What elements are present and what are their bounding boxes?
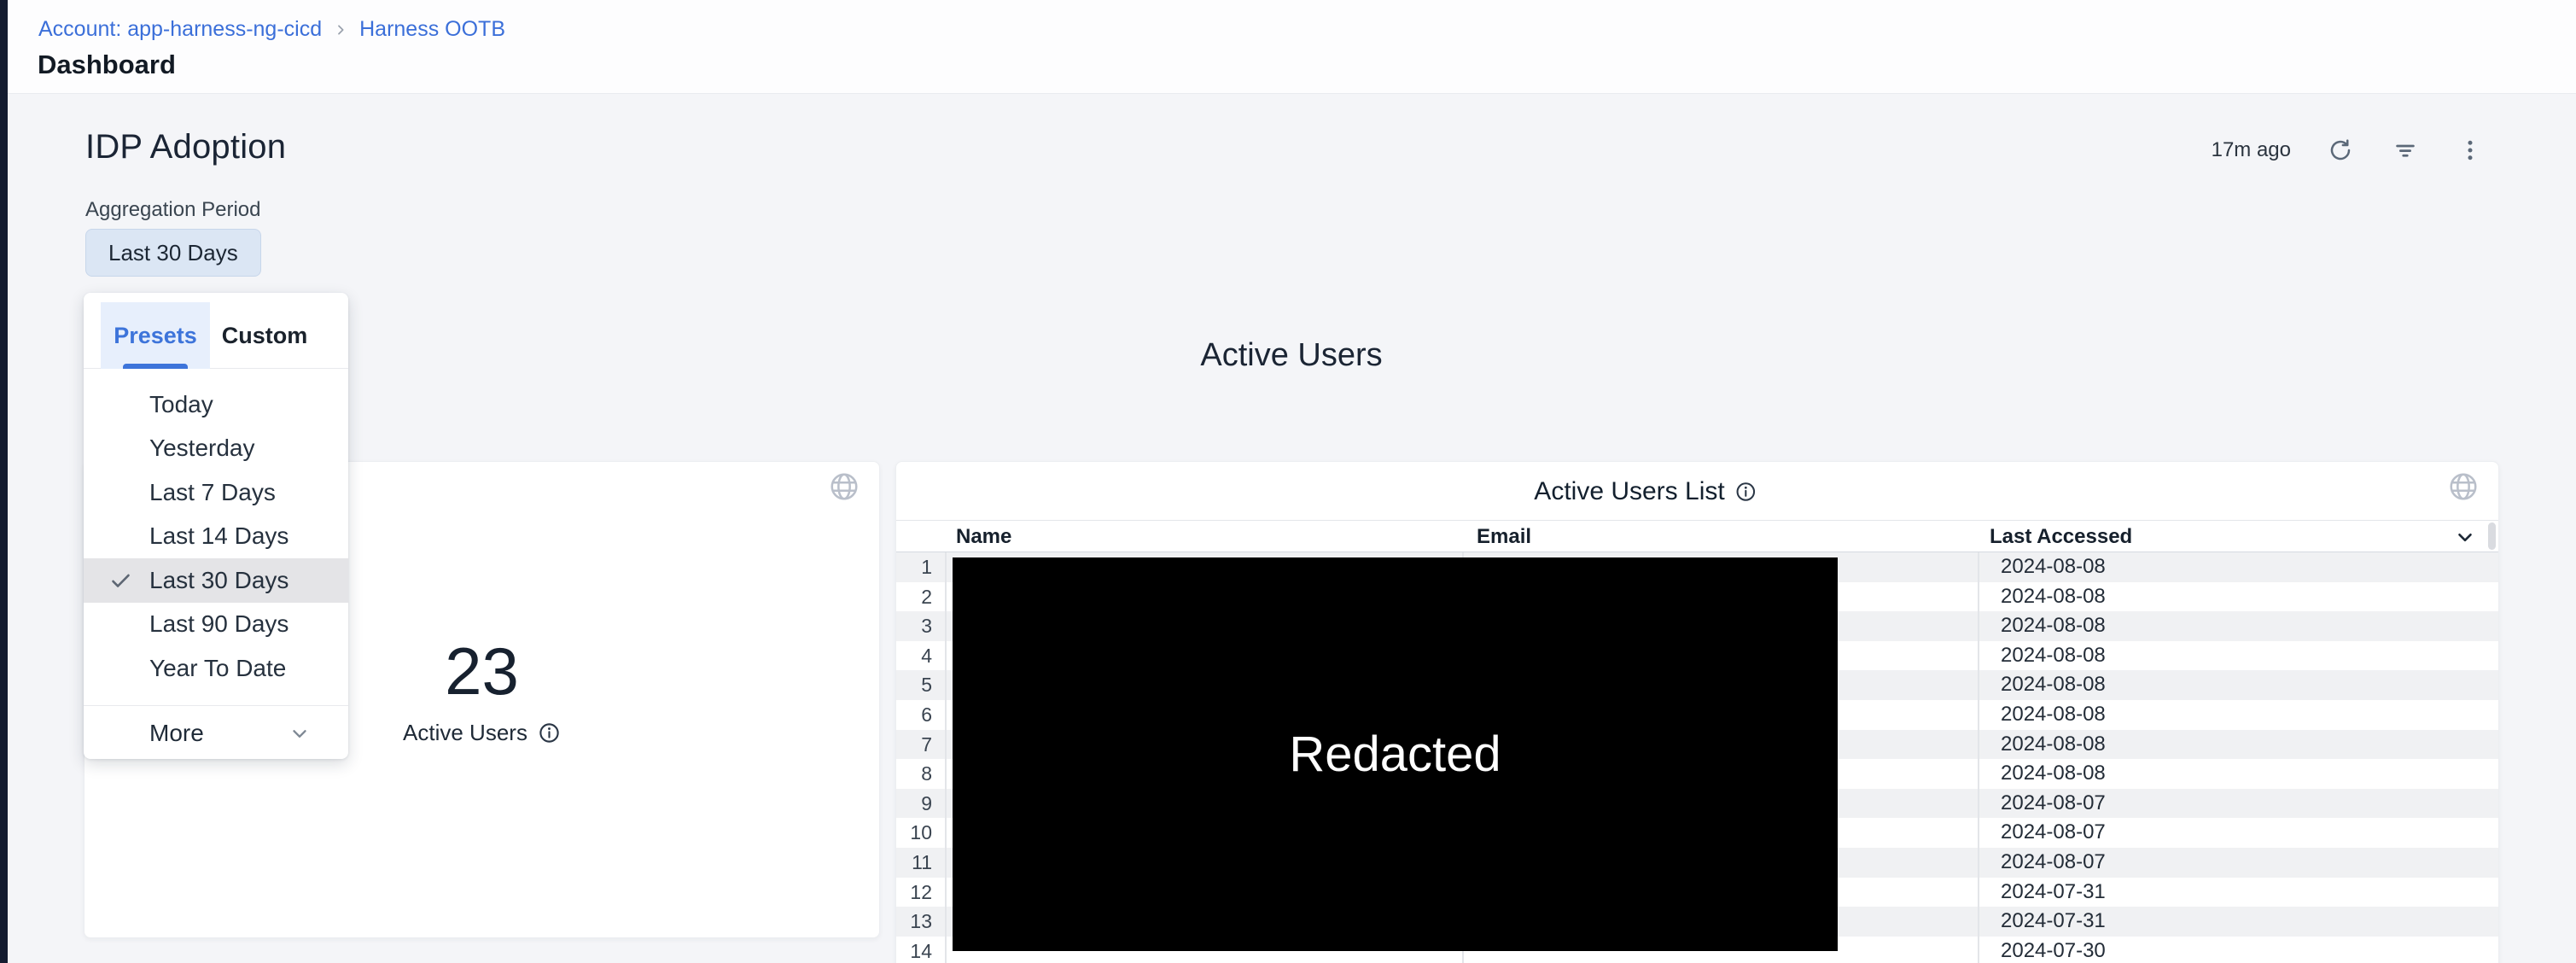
tab-custom[interactable]: Custom [210, 302, 319, 369]
active-users-list-card: Active Users List Name Email Last Access… [895, 461, 2499, 963]
tab-presets[interactable]: Presets [101, 302, 210, 369]
redacted-label: Redacted [1289, 726, 1501, 783]
dropdown-tabbar: Presets Custom [84, 293, 348, 369]
column-divider [1978, 520, 1979, 963]
info-icon[interactable] [538, 721, 561, 744]
redacted-overlay: Redacted [953, 557, 1838, 951]
row-number: 5 [896, 670, 932, 700]
refresh-icon[interactable] [2325, 135, 2356, 166]
last-accessed-value: 2024-08-08 [2001, 611, 2106, 641]
last-accessed-value: 2024-07-30 [2001, 937, 2106, 963]
table-scrollbar-thumb[interactable] [2488, 522, 2496, 550]
column-header-name[interactable]: Name [956, 521, 1011, 552]
aggregation-period-button[interactable]: Last 30 Days [85, 229, 261, 277]
last-accessed-value: 2024-08-07 [2001, 789, 2106, 819]
dropdown-option-label: Last 14 Days [149, 522, 288, 550]
last-accessed-value: 2024-08-08 [2001, 759, 2106, 789]
dropdown-option[interactable]: Last 90 Days [84, 603, 348, 647]
row-number: 10 [896, 818, 932, 848]
dropdown-more-label: More [149, 720, 204, 747]
collapsed-sidebar-rail [0, 0, 8, 963]
breadcrumb: Account: app-harness-ng-cicd Harness OOT… [38, 17, 505, 42]
dropdown-option[interactable]: Last 14 Days [84, 515, 348, 559]
check-icon [109, 569, 132, 592]
globe-icon [828, 470, 860, 503]
breadcrumb-dashboard-link[interactable]: Harness OOTB [359, 17, 505, 42]
column-header-last-accessed[interactable]: Last Accessed [1990, 521, 2132, 552]
dashboard-title: IDP Adoption [85, 128, 286, 166]
active-users-list-title: Active Users List [1534, 477, 1724, 506]
row-number: 14 [896, 937, 932, 963]
last-accessed-value: 2024-08-08 [2001, 641, 2106, 671]
row-number: 1 [896, 552, 932, 582]
last-accessed-value: 2024-08-07 [2001, 848, 2106, 878]
table-header: Name Email Last Accessed [896, 520, 2498, 552]
last-refreshed-label: 17m ago [2212, 138, 2291, 162]
column-divider [945, 520, 947, 963]
last-accessed-value: 2024-07-31 [2001, 907, 2106, 937]
dropdown-option[interactable]: Last 30 Days [84, 558, 348, 603]
dropdown-option-label: Yesterday [149, 435, 255, 462]
row-number: 13 [896, 907, 932, 937]
breadcrumb-account-link[interactable]: Account: app-harness-ng-cicd [38, 17, 322, 42]
column-header-email[interactable]: Email [1477, 521, 1531, 552]
last-accessed-value: 2024-08-08 [2001, 552, 2106, 582]
period-dropdown: Presets Custom Today Yesterday Last 7 Da… [84, 293, 348, 759]
row-number: 4 [896, 641, 932, 671]
info-icon[interactable] [1735, 481, 1757, 503]
last-accessed-value: 2024-08-08 [2001, 700, 2106, 730]
dashboard-toolbar: 17m ago [2212, 135, 2486, 166]
top-header: Account: app-harness-ng-cicd Harness OOT… [8, 0, 2576, 94]
filter-icon[interactable] [2390, 135, 2421, 166]
row-number: 3 [896, 611, 932, 641]
dropdown-option[interactable]: Last 7 Days [84, 470, 348, 515]
row-number: 11 [896, 848, 932, 878]
last-accessed-value: 2024-08-08 [2001, 582, 2106, 612]
last-accessed-value: 2024-08-08 [2001, 670, 2106, 700]
aggregation-period-label: Aggregation Period [85, 198, 260, 222]
chevron-down-icon[interactable] [2454, 526, 2476, 548]
breadcrumb-chevron-icon [334, 23, 347, 37]
dropdown-more[interactable]: More [84, 705, 348, 762]
row-number: 6 [896, 700, 932, 730]
dropdown-option-label: Last 30 Days [149, 567, 288, 594]
dropdown-option[interactable]: Year To Date [84, 646, 348, 691]
active-users-count-label: Active Users [403, 720, 527, 746]
kebab-menu-icon[interactable] [2455, 135, 2486, 166]
last-accessed-value: 2024-07-31 [2001, 878, 2106, 908]
dropdown-option[interactable]: Today [84, 382, 348, 427]
row-number: 2 [896, 582, 932, 612]
globe-icon [2447, 470, 2480, 503]
dropdown-option-label: Last 90 Days [149, 610, 288, 638]
dropdown-option-label: Last 7 Days [149, 479, 276, 506]
dropdown-option[interactable]: Yesterday [84, 427, 348, 471]
last-accessed-value: 2024-08-07 [2001, 818, 2106, 848]
row-number: 12 [896, 878, 932, 908]
page-title: Dashboard [38, 50, 176, 80]
last-accessed-value: 2024-08-08 [2001, 730, 2106, 760]
dropdown-options: Today Yesterday Last 7 Days Last 14 Days [84, 369, 348, 691]
row-number: 9 [896, 789, 932, 819]
dropdown-option-label: Today [149, 391, 213, 418]
row-number: 7 [896, 730, 932, 760]
row-number: 8 [896, 759, 932, 789]
section-title: Active Users [84, 337, 2499, 374]
dropdown-option-label: Year To Date [149, 655, 286, 682]
chevron-down-icon [288, 722, 311, 744]
